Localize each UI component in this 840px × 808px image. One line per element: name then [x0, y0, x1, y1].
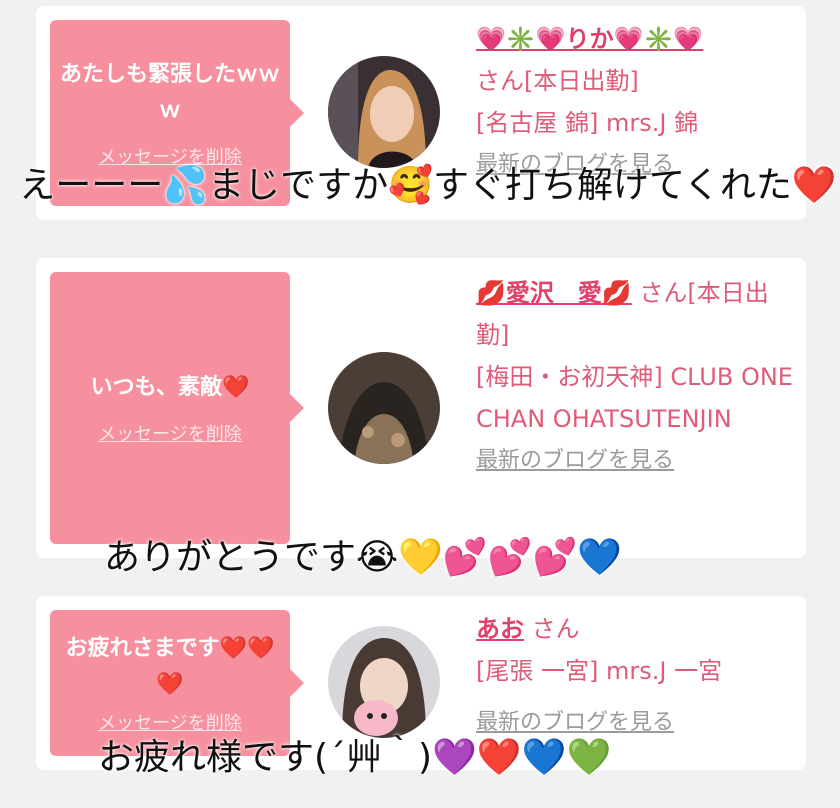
avatar[interactable]	[328, 352, 440, 464]
shop-text: [梅田・お初天神] CLUB ONE CHAN OHATSUTENJIN	[476, 363, 793, 433]
girl-info: 💗✳️💗りか💗✳️💗 さん[本日出勤] [名古屋 錦] mrs.J 錦 最新のブ…	[476, 18, 796, 186]
status-text: さん[本日出勤]	[476, 67, 639, 95]
message-text: お疲れさまです❤️❤️❤️	[65, 636, 275, 697]
girl-name-link[interactable]: 💋愛沢 愛💋	[476, 279, 632, 307]
girl-card-2: いつも、素敵❤️ メッセージを削除 💋愛沢 愛💋 さん[本日出勤] [梅田・お初…	[36, 258, 806, 558]
message-text: いつも、素敵❤️	[90, 375, 250, 400]
blog-link[interactable]: 最新のブログを見る	[476, 440, 796, 482]
message-text: あたしも緊張したｗｗｗ	[60, 62, 281, 123]
avatar[interactable]	[328, 56, 440, 168]
delete-message-link[interactable]: メッセージを削除	[98, 420, 242, 446]
avatar[interactable]	[328, 626, 440, 738]
girl-name-link[interactable]: 💗✳️💗りか💗✳️💗	[476, 18, 796, 60]
shop-text: [尾張 一宮] mrs.J 一宮	[476, 657, 723, 685]
girl-name-link[interactable]: あお	[476, 615, 524, 643]
status-text: さん	[531, 615, 580, 643]
message-bubble: いつも、素敵❤️ メッセージを削除	[50, 272, 304, 544]
girl-info: あお さん [尾張 一宮] mrs.J 一宮 最新のブログを見る	[476, 608, 796, 744]
caption-2: ありがとうです😭💛💕💕💕💙	[104, 537, 623, 578]
girl-info: 💋愛沢 愛💋 さん[本日出勤] [梅田・お初天神] CLUB ONE CHAN …	[476, 272, 796, 482]
caption-1: えーーー💦まじですか🥰すぐ打ち解けてくれた❤️	[19, 165, 837, 206]
shop-text: [名古屋 錦] mrs.J 錦	[476, 109, 699, 137]
caption-3: お疲れ様です(´艸｀)💜❤️💙💚	[98, 737, 612, 778]
